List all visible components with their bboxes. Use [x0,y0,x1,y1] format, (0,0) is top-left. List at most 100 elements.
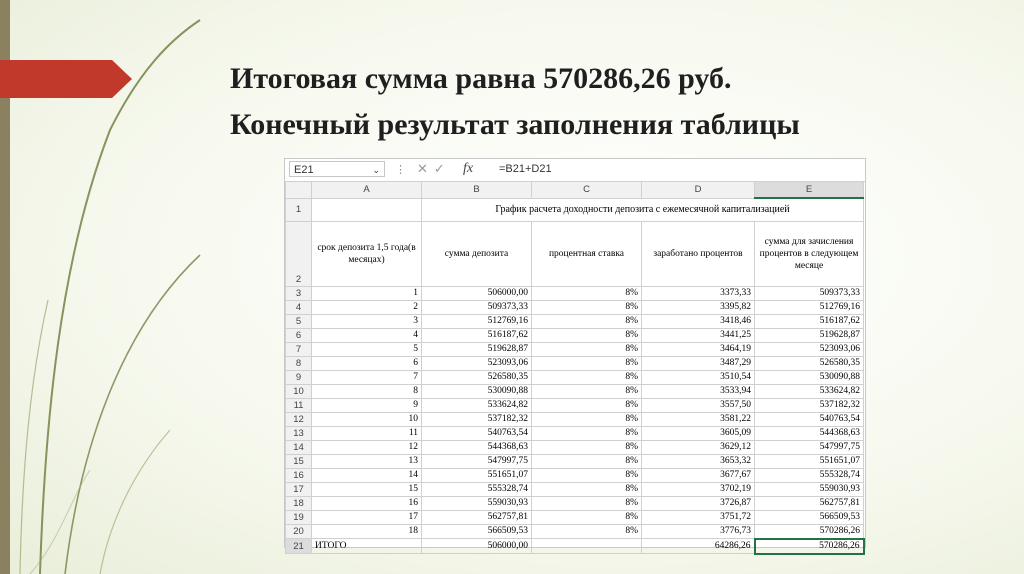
next-sum-cell[interactable]: 555328,74 [754,467,864,483]
deposit-cell[interactable]: 566509,53 [421,523,532,539]
month-cell[interactable]: 5 [311,341,422,357]
deposit-cell[interactable]: 562757,81 [421,509,532,525]
deposit-cell[interactable]: 547997,75 [421,453,532,469]
earned-cell[interactable]: 3373,33 [641,285,755,301]
next-sum-cell[interactable]: 562757,81 [754,495,864,511]
rate-cell[interactable]: 8% [531,299,642,315]
earned-cell[interactable]: 3653,32 [641,453,755,469]
rate-cell[interactable]: 8% [531,453,642,469]
earned-cell[interactable]: 3629,12 [641,439,755,455]
header-deposit[interactable]: сумма депозита [421,220,532,287]
rate-cell[interactable]: 8% [531,439,642,455]
row-number[interactable]: 15 [285,453,312,469]
row-number[interactable]: 6 [285,327,312,343]
next-sum-cell[interactable]: 551651,07 [754,453,864,469]
total-deposit[interactable]: 506000,00 [421,538,532,554]
row-number[interactable]: 16 [285,467,312,483]
earned-cell[interactable]: 3441,25 [641,327,755,343]
row-number[interactable]: 3 [285,285,312,301]
deposit-cell[interactable]: 519628,87 [421,341,532,357]
row-number[interactable]: 18 [285,495,312,511]
next-sum-cell[interactable]: 530090,88 [754,369,864,385]
earned-cell[interactable]: 3605,09 [641,425,755,441]
earned-cell[interactable]: 3751,72 [641,509,755,525]
enter-icon[interactable]: ✓ [434,161,451,176]
next-sum-cell[interactable]: 523093,06 [754,341,864,357]
next-sum-cell[interactable]: 519628,87 [754,327,864,343]
cell[interactable] [311,197,422,222]
next-sum-cell[interactable]: 544368,63 [754,425,864,441]
row-number[interactable]: 9 [285,369,312,385]
earned-cell[interactable]: 3418,46 [641,313,755,329]
row-number[interactable]: 19 [285,509,312,525]
rate-cell[interactable]: 8% [531,355,642,371]
header-term[interactable]: срок депозита 1,5 года(в месяцах) [311,220,422,287]
header-earned[interactable]: заработано процентов [641,220,755,287]
rate-cell[interactable]: 8% [531,411,642,427]
deposit-cell[interactable]: 559030,93 [421,495,532,511]
rate-cell[interactable]: 8% [531,369,642,385]
next-sum-cell[interactable]: 570286,26 [754,523,864,539]
row-number[interactable]: 17 [285,481,312,497]
deposit-cell[interactable]: 544368,63 [421,439,532,455]
next-sum-cell[interactable]: 540763,54 [754,411,864,427]
deposit-cell[interactable]: 516187,62 [421,327,532,343]
rate-cell[interactable]: 8% [531,509,642,525]
total-label[interactable]: ИТОГО [311,538,422,554]
formula-input[interactable]: =B21+D21 [499,163,552,175]
name-box[interactable]: E21 ⌄ [289,161,385,177]
next-sum-cell[interactable]: 547997,75 [754,439,864,455]
deposit-cell[interactable]: 537182,32 [421,411,532,427]
rate-cell[interactable]: 8% [531,383,642,399]
row-number[interactable]: 14 [285,439,312,455]
deposit-cell[interactable]: 551651,07 [421,467,532,483]
row-number[interactable]: 10 [285,383,312,399]
rate-cell[interactable]: 8% [531,285,642,301]
row-number[interactable]: 2 [285,220,312,287]
earned-cell[interactable]: 3726,87 [641,495,755,511]
column-header-c[interactable]: C [531,181,642,199]
deposit-cell[interactable]: 530090,88 [421,383,532,399]
total-earned[interactable]: 64286,26 [641,538,755,554]
rate-cell[interactable]: 8% [531,397,642,413]
rate-cell[interactable]: 8% [531,481,642,497]
row-number[interactable]: 5 [285,313,312,329]
month-cell[interactable]: 9 [311,397,422,413]
row-number[interactable]: 4 [285,299,312,315]
earned-cell[interactable]: 3487,29 [641,355,755,371]
next-sum-cell[interactable]: 509373,33 [754,285,864,301]
month-cell[interactable]: 17 [311,509,422,525]
cancel-icon[interactable]: ✕ [417,161,434,176]
rate-cell[interactable]: 8% [531,523,642,539]
deposit-cell[interactable]: 540763,54 [421,425,532,441]
rate-cell[interactable]: 8% [531,327,642,343]
column-header-b[interactable]: B [421,181,532,199]
next-sum-cell[interactable]: 526580,35 [754,355,864,371]
month-cell[interactable]: 11 [311,425,422,441]
month-cell[interactable]: 10 [311,411,422,427]
month-cell[interactable]: 15 [311,481,422,497]
row-number[interactable]: 7 [285,341,312,357]
month-cell[interactable]: 18 [311,523,422,539]
total-final-sum[interactable]: 570286,26 [753,537,865,555]
month-cell[interactable]: 6 [311,355,422,371]
month-cell[interactable]: 3 [311,313,422,329]
row-number[interactable]: 20 [285,523,312,539]
row-number[interactable]: 11 [285,397,312,413]
earned-cell[interactable]: 3776,73 [641,523,755,539]
chevron-down-icon[interactable]: ⌄ [372,162,380,178]
month-cell[interactable]: 2 [311,299,422,315]
header-rate[interactable]: процентная ставка [531,220,642,287]
column-header-e[interactable]: E [754,181,864,199]
rate-cell[interactable]: 8% [531,495,642,511]
rate-cell[interactable]: 8% [531,425,642,441]
earned-cell[interactable]: 3557,50 [641,397,755,413]
month-cell[interactable]: 7 [311,369,422,385]
insert-function-icon[interactable]: fx [463,161,473,177]
month-cell[interactable]: 8 [311,383,422,399]
deposit-cell[interactable]: 509373,33 [421,299,532,315]
earned-cell[interactable]: 3533,94 [641,383,755,399]
header-next-sum[interactable]: сумма для зачисления процентов в следующ… [754,220,864,287]
earned-cell[interactable]: 3702,19 [641,481,755,497]
row-number[interactable]: 21 [285,538,312,554]
